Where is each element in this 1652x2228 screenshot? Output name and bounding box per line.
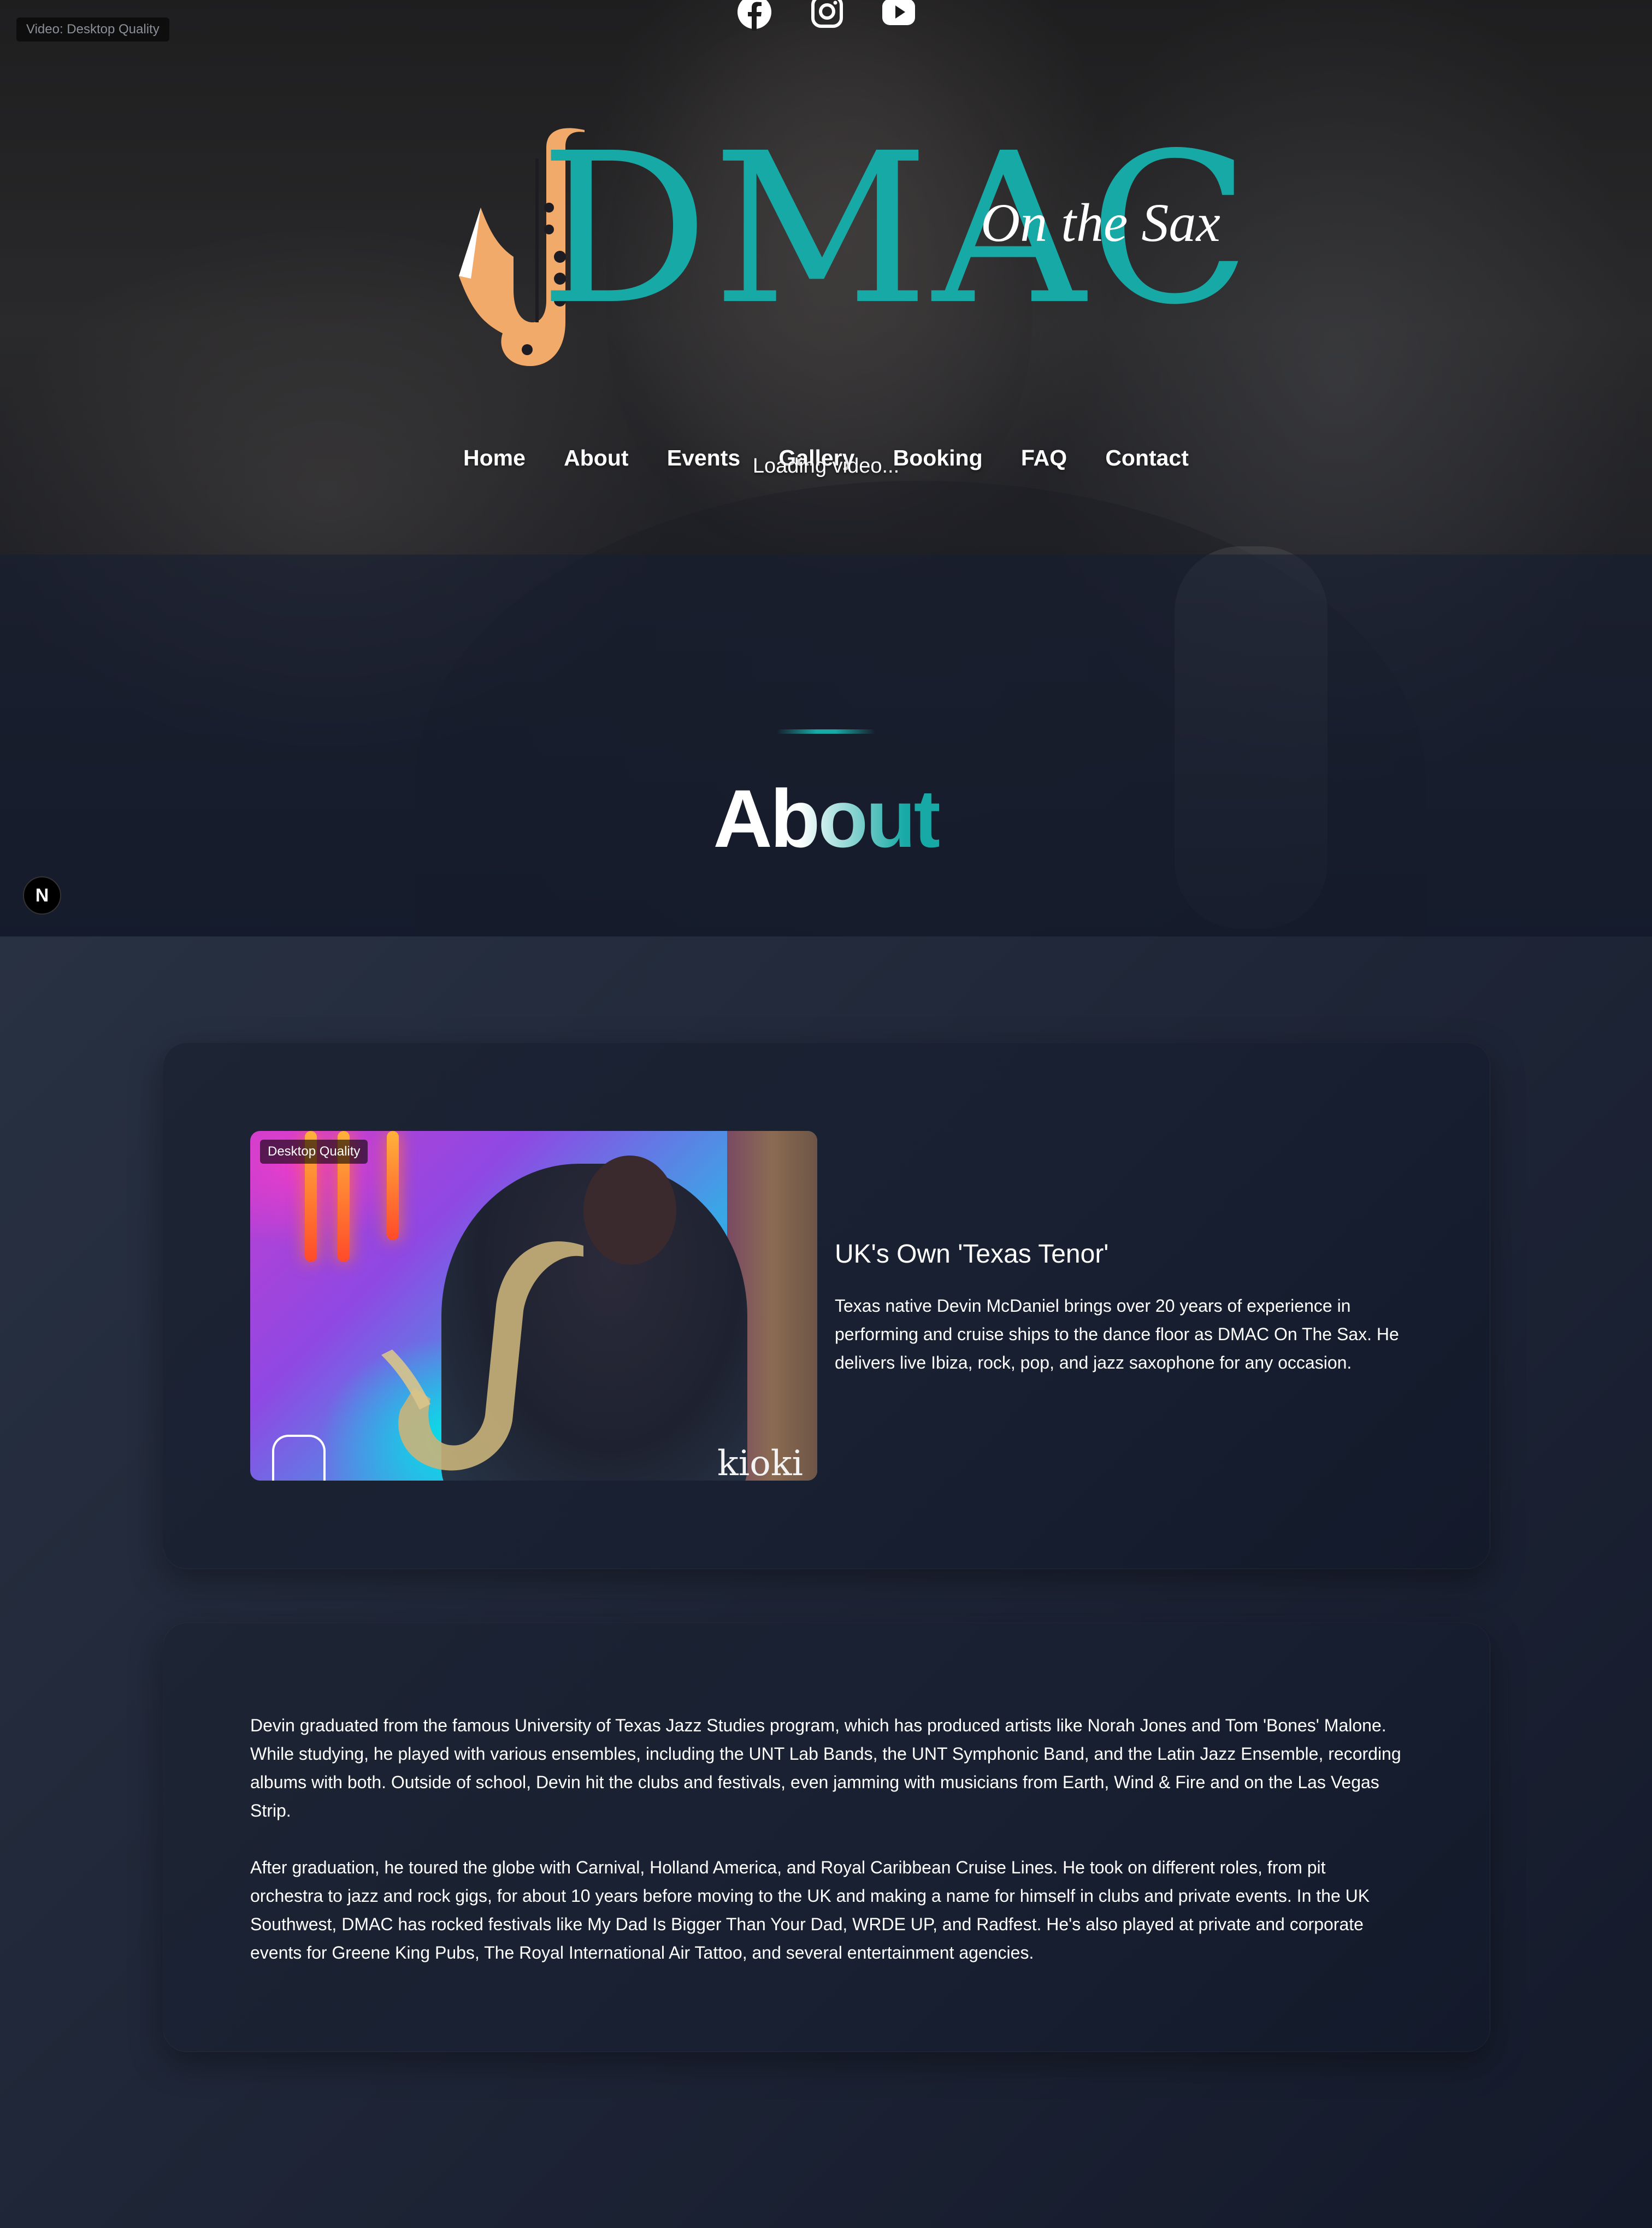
logo-tagline: On the Sax bbox=[981, 192, 1220, 253]
facebook-icon[interactable] bbox=[736, 0, 772, 31]
social-links bbox=[736, 0, 917, 33]
bio-paragraph: Devin graduated from the famous Universi… bbox=[250, 1716, 1401, 1820]
video-quality-label: Video: Desktop Quality bbox=[16, 17, 169, 42]
saxophone-icon bbox=[381, 1241, 583, 1471]
performer-photo: kioki Desktop Quality bbox=[250, 1131, 817, 1481]
youtube-icon[interactable] bbox=[881, 0, 917, 31]
about-accent-line bbox=[777, 729, 875, 734]
dev-tools-badge[interactable]: N bbox=[23, 876, 61, 915]
bio-paragraph: After graduation, he toured the globe wi… bbox=[250, 1858, 1370, 1962]
instagram-icon[interactable] bbox=[809, 0, 845, 31]
about-heading-text: About bbox=[713, 773, 941, 864]
bio-card bbox=[163, 1623, 1490, 2052]
video-loading-text: Loading video... bbox=[752, 455, 900, 478]
intro-title: UK's Own 'Texas Tenor' bbox=[835, 1240, 1109, 1269]
intro-text: Texas native Devin McDaniel brings over … bbox=[835, 1296, 1399, 1372]
logo-mask-icon bbox=[272, 1435, 326, 1481]
about-hero-band bbox=[0, 555, 1652, 936]
site-logo[interactable]: DMAC On the Sax bbox=[459, 126, 1251, 372]
photo-watermark: kioki bbox=[717, 1443, 803, 1481]
photo-quality-badge: Desktop Quality bbox=[260, 1140, 368, 1164]
about-heading: About bbox=[0, 773, 1652, 864]
